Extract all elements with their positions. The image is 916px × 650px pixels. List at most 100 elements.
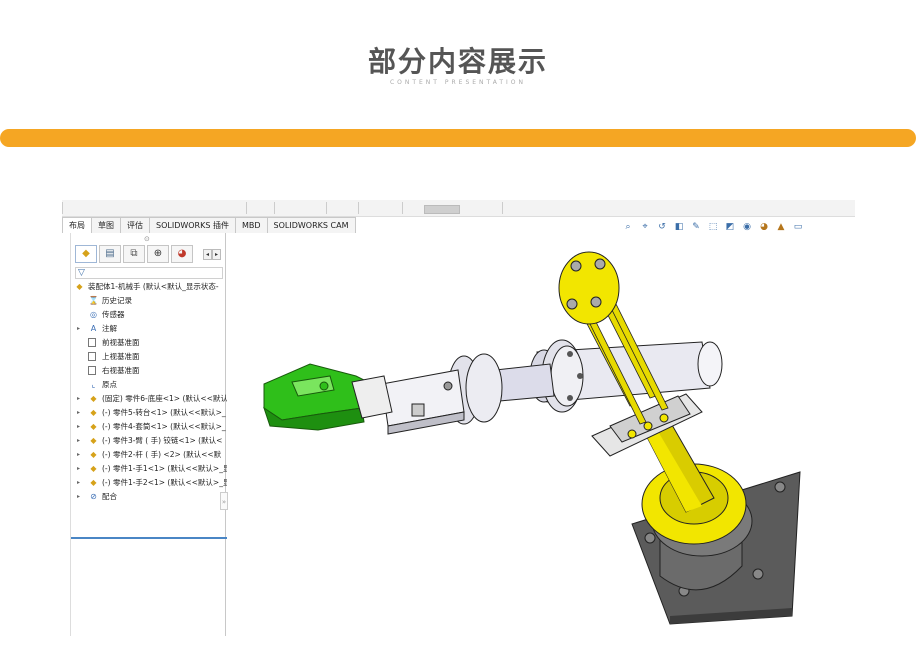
wrist-linkage: [381, 369, 465, 435]
tree-row[interactable]: ◆ 装配体1-机械手 (默认<默认_显示状态-: [71, 280, 227, 294]
section-view-icon[interactable]: ◧: [673, 222, 685, 233]
apply-scene-icon[interactable]: ▲: [775, 222, 787, 233]
tree-row-label: 装配体1-机械手 (默认<默认_显示状态-: [88, 282, 219, 291]
command-toolbar: [62, 200, 855, 217]
tree-row[interactable]: 右视基准面: [71, 364, 227, 378]
mates-icon: ⊘: [90, 492, 97, 501]
tab-2[interactable]: 评估: [120, 217, 150, 233]
expand-arrow-icon[interactable]: ▸: [77, 490, 80, 504]
panel-collapse-handle[interactable]: »: [220, 492, 228, 510]
arrow-right-icon[interactable]: ▸: [212, 249, 221, 260]
expand-arrow-icon[interactable]: ▸: [77, 322, 80, 336]
tab-0[interactable]: 布局: [62, 217, 92, 233]
tree-row-label: (-) 零件3-臂 ( 手) 铰链<1> (默认<: [102, 436, 223, 445]
panel-tabs: ◆ ▤ ⧉ ⊕ ◕: [75, 245, 193, 263]
property-manager-icon[interactable]: ▤: [99, 245, 121, 263]
gripper-jaws: [263, 363, 393, 431]
plane-icon: [88, 352, 96, 361]
tree-row-label: 历史记录: [102, 296, 132, 305]
plane-icon: [88, 366, 96, 375]
feature-tree: ◆ 装配体1-机械手 (默认<默认_显示状态- ⌛ 历史记录 ◎ 传感器 ▸ A 注解前视基准面…: [71, 280, 227, 504]
tree-row[interactable]: ⌛ 历史记录: [71, 294, 227, 308]
tree-row[interactable]: ▸ ◆ (-) 零件1-手2<1> (默认<<默认>_显: [71, 476, 227, 490]
sensor-icon: ◎: [90, 310, 97, 319]
filter-icon[interactable]: ▽: [75, 267, 223, 279]
tree-row[interactable]: ▸ ◆ (-) 零件4-套筒<1> (默认<<默认>_: [71, 420, 227, 434]
part-icon: ◆: [90, 450, 97, 459]
page-subtitle: CONTENT PRESENTATION: [389, 79, 527, 86]
sleeve-block: [591, 393, 703, 457]
toolbar-button[interactable]: [424, 205, 460, 214]
view-settings-icon[interactable]: ▭: [792, 222, 804, 233]
robot-arm-model[interactable]: [232, 236, 855, 636]
tree-row-label: 注解: [102, 324, 117, 333]
edit-appearance-icon[interactable]: ◕: [758, 222, 770, 233]
tree-row[interactable]: ▸ ◆ (-) 零件3-臂 ( 手) 铰链<1> (默认<: [71, 434, 227, 448]
view-orientation-icon[interactable]: ⬚: [707, 222, 719, 233]
tree-row-label: (固定) 零件6-底座<1> (默认<<默认: [102, 394, 227, 403]
expand-arrow-icon[interactable]: ▸: [77, 448, 80, 462]
part-icon: ◆: [90, 478, 97, 487]
zoom-area-icon[interactable]: ⌖: [639, 222, 651, 233]
tab-5[interactable]: SOLIDWORKS CAM: [266, 217, 356, 233]
hide-show-icon[interactable]: ◉: [741, 222, 753, 233]
tree-row-label: 上视基准面: [102, 352, 140, 361]
annotation-icon: A: [90, 324, 97, 333]
history-icon: ⌛: [88, 296, 99, 305]
origin-icon: ⌞: [91, 380, 96, 389]
expand-arrow-icon[interactable]: ▸: [77, 476, 80, 490]
expand-arrow-icon[interactable]: ▸: [77, 406, 80, 420]
tree-row-label: 传感器: [102, 310, 125, 319]
tree-row[interactable]: ▸ ◆ (-) 零件2-杆 ( 手) <2> (默认<<默: [71, 448, 227, 462]
page-title: 部分内容展示: [367, 45, 548, 78]
tree-row-label: (-) 零件1-手2<1> (默认<<默认>_显: [102, 478, 227, 487]
expand-arrow-icon[interactable]: ▸: [77, 462, 80, 476]
tree-row-label: (-) 零件4-套筒<1> (默认<<默认>_: [102, 422, 226, 431]
tab-1[interactable]: 草图: [91, 217, 121, 233]
tree-row[interactable]: ▸ ◆ (固定) 零件6-底座<1> (默认<<默认: [71, 392, 227, 406]
zoom-fit-icon[interactable]: ⌕: [622, 222, 634, 233]
tree-row[interactable]: ▸ A 注解: [71, 322, 227, 336]
part-icon: ◆: [90, 436, 97, 445]
top-disk: [558, 251, 620, 325]
part-icon: ◆: [90, 408, 97, 417]
tree-row[interactable]: ▸ ◆ (-) 零件5-转台<1> (默认<<默认>_: [71, 406, 227, 420]
configuration-manager-icon[interactable]: ⧉: [123, 245, 145, 263]
plane-icon: [88, 338, 96, 347]
tree-row[interactable]: ◎ 传感器: [71, 308, 227, 322]
panel-grip-icon[interactable]: ⊙: [144, 235, 150, 243]
expand-arrow-icon[interactable]: ▸: [77, 434, 80, 448]
solidworks-screenshot: 布局 草图 评估 SOLIDWORKS 插件 MBD SOLIDWORKS CAM ⌕ ⌖ ↺…: [62, 200, 855, 636]
expand-arrow-icon[interactable]: ▸: [77, 392, 80, 406]
orange-divider: [0, 129, 916, 147]
tree-row-label: 原点: [102, 380, 117, 389]
assembly-icon: ◆: [76, 282, 83, 291]
display-manager-icon[interactable]: ◕: [171, 245, 193, 263]
tree-row[interactable]: ⌞ 原点: [71, 378, 227, 392]
part-icon: ◆: [90, 422, 97, 431]
tab-4[interactable]: MBD: [234, 217, 268, 233]
previous-view-icon[interactable]: ↺: [656, 222, 668, 233]
heads-up-view-toolbar: ⌕ ⌖ ↺ ◧ ✎ ⬚ ◩ ◉ ◕ ▲ ▭: [622, 220, 804, 234]
tree-row[interactable]: ▸ ◆ (-) 零件1-手1<1> (默认<<默认>_显: [71, 462, 227, 476]
tree-row[interactable]: 前视基准面: [71, 336, 227, 350]
dimxpert-icon[interactable]: ⊕: [147, 245, 169, 263]
tree-row[interactable]: 上视基准面: [71, 350, 227, 364]
tree-row-label: (-) 零件2-杆 ( 手) <2> (默认<<默: [102, 450, 222, 459]
tree-row[interactable]: ▸ ⊘ 配合: [71, 490, 227, 504]
feature-manager-panel: ⊙ ◆ ▤ ⧉ ⊕ ◕ ◂ ▸ ▽ ◆ 装配体1-机械手 (默认<默认_显示状态-…: [70, 233, 227, 636]
tree-row-label: 前视基准面: [102, 338, 140, 347]
arrow-left-icon[interactable]: ◂: [203, 249, 212, 260]
part-icon: ◆: [90, 394, 97, 403]
expand-arrow-icon[interactable]: ▸: [77, 420, 80, 434]
tree-end-marker: [71, 537, 227, 539]
command-manager-tabs: 布局 草图 评估 SOLIDWORKS 插件 MBD SOLIDWORKS CAM: [62, 217, 356, 233]
dynamic-annotation-icon[interactable]: ✎: [690, 222, 702, 233]
feature-manager-icon[interactable]: ◆: [75, 245, 97, 263]
tree-row-label: 配合: [102, 492, 117, 501]
panel-scroll-arrows: ◂ ▸: [203, 249, 221, 260]
display-style-icon[interactable]: ◩: [724, 222, 736, 233]
tree-row-label: (-) 零件5-转台<1> (默认<<默认>_: [102, 408, 226, 417]
tab-3[interactable]: SOLIDWORKS 插件: [149, 217, 236, 233]
tree-row-label: 右视基准面: [102, 366, 140, 375]
